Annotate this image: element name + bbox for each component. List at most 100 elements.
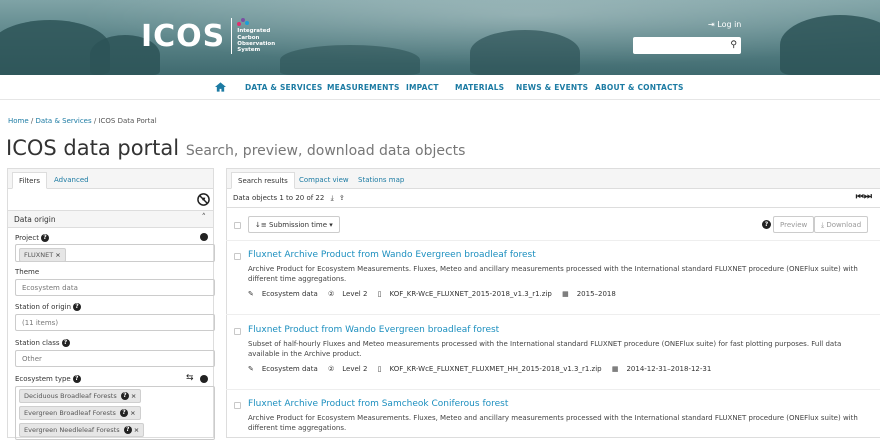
result-description: Subset of half-hourly Fluxes and Meteo m… <box>248 340 842 358</box>
result-filename: KOF_KR-WcE_FLUXNET_FLUXMET_HH_2015-2018_… <box>389 365 602 373</box>
add-filter-icon[interactable] <box>200 375 208 383</box>
help-icon[interactable]: ? <box>61 339 70 347</box>
remove-tag-icon[interactable]: × <box>55 251 60 259</box>
breadcrumb-data-services[interactable]: Data & Services <box>36 117 92 125</box>
remove-tag-icon[interactable]: × <box>134 426 139 434</box>
theme-select[interactable]: Ecosystem data <box>15 279 215 296</box>
tab-stations-map[interactable]: Stations map <box>352 172 410 189</box>
tab-advanced[interactable]: Advanced <box>48 172 95 189</box>
help-icon[interactable]: ? <box>40 234 49 242</box>
tab-compact-view[interactable]: Compact view <box>293 172 355 189</box>
help-icon[interactable]: ? <box>119 409 128 417</box>
result-title[interactable]: Fluxnet Archive Product from Wando Everg… <box>248 250 536 260</box>
download-icon: ⤓ <box>821 221 825 229</box>
banner-tree <box>780 15 880 75</box>
theme-icon: ✎ <box>248 290 254 298</box>
nav-news-events[interactable]: NEWS & EVENTS <box>516 83 588 92</box>
help-icon[interactable]: ? <box>120 392 129 400</box>
login-icon: ⇥ <box>708 20 715 29</box>
result-title[interactable]: Fluxnet Product from Wando Evergreen bro… <box>248 325 499 335</box>
help-icon[interactable]: ? <box>72 375 81 383</box>
divider <box>226 314 880 315</box>
station-label: Station of origin? <box>15 303 82 311</box>
banner-tree <box>470 30 580 75</box>
result-time: 2014-12-31–2018-12-31 <box>626 365 712 373</box>
download-icon[interactable]: ⤓ <box>331 194 334 202</box>
ecosystem-label: Ecosystem type? <box>15 375 81 383</box>
filters-tabs: Filters Advanced <box>8 169 213 189</box>
nav-data-services[interactable]: DATA & SERVICES <box>245 83 322 92</box>
chevron-up-icon[interactable]: ˄ <box>202 213 207 223</box>
logo-text: ICOS <box>141 18 226 54</box>
result-checkbox[interactable] <box>234 402 241 409</box>
share-icon[interactable]: ⇪ <box>339 194 345 202</box>
home-icon[interactable] <box>215 82 226 92</box>
station-class-select[interactable]: Other <box>15 350 215 367</box>
sort-label: Submission time <box>268 221 328 229</box>
station-class-label: Station class? <box>15 339 70 347</box>
result-count-text: Data objects 1 to 20 of 22 <box>233 194 325 202</box>
ecosystem-tag: Evergreen Broadleaf Forests ? × <box>19 406 141 420</box>
nav-impact[interactable]: IMPACT <box>406 83 439 92</box>
theme-label: Theme <box>15 268 40 276</box>
result-description: Archive Product for Ecosystem Measuremen… <box>248 414 858 432</box>
breadcrumb-home[interactable]: Home <box>8 117 29 125</box>
file-icon: ▯ <box>377 365 382 373</box>
station-select[interactable]: (11 items) <box>15 314 215 331</box>
nav-measurements[interactable]: MEASUREMENTS <box>327 83 400 92</box>
project-select[interactable]: FLUXNET × <box>15 244 215 262</box>
main-nav: DATA & SERVICES MEASUREMENTS IMPACT MATE… <box>0 75 880 100</box>
search-icon[interactable]: ⚲ <box>730 40 737 50</box>
station-class-label-text: Station class <box>15 339 60 347</box>
help-icon[interactable]: ? <box>73 303 82 311</box>
calendar-icon: ▦ <box>611 365 619 373</box>
ecosystem-label-text: Ecosystem type <box>15 375 71 383</box>
result-title[interactable]: Fluxnet Archive Product from Samcheok Co… <box>248 399 508 409</box>
project-label-text: Project <box>15 234 39 242</box>
result-checkbox[interactable] <box>234 328 241 335</box>
tab-filters[interactable]: Filters <box>12 172 47 189</box>
data-origin-section[interactable]: Data origin ˄ <box>8 210 213 228</box>
page-title: ICOS data portal Search, preview, downlo… <box>6 136 465 160</box>
tab-search-results[interactable]: Search results <box>231 172 295 189</box>
logo-subtitle-line: System <box>237 47 261 54</box>
login-label: Log in <box>717 20 742 29</box>
swap-icon[interactable]: ⇆ <box>186 373 194 383</box>
remove-tag-icon[interactable]: × <box>131 392 136 400</box>
sort-dropdown[interactable]: ↓≡ Submission time ▾ <box>248 216 340 233</box>
site-search-input[interactable]: ⚲ <box>633 37 741 54</box>
reset-filters-icon[interactable] <box>197 193 210 206</box>
result-level: Level 2 <box>342 365 368 373</box>
icos-logo[interactable]: ICOS Integrated Carbon Observation Syste… <box>141 18 275 54</box>
download-button[interactable]: ⤓ Download <box>814 216 869 233</box>
result-theme[interactable]: Ecosystem data <box>262 290 318 298</box>
ecosystem-tag-label: Evergreen Needleleaf Forests <box>24 426 120 434</box>
results-panel: Search results Compact view Stations map… <box>226 168 880 438</box>
page-title-text: ICOS data portal <box>6 136 180 160</box>
remove-tag-icon[interactable]: × <box>130 409 135 417</box>
add-filter-icon[interactable] <box>200 233 208 241</box>
divider <box>226 389 880 390</box>
ecosystem-select[interactable]: Deciduous Broadleaf Forests ? × Evergree… <box>15 386 215 440</box>
result-theme[interactable]: Ecosystem data <box>262 365 318 373</box>
nav-about-contacts[interactable]: ABOUT & CONTACTS <box>595 83 684 92</box>
help-icon[interactable]: ? <box>123 426 132 434</box>
select-all-checkbox[interactable] <box>234 222 241 229</box>
result-count: Data objects 1 to 20 of 22 ⤓ ⇪ <box>233 194 345 203</box>
project-tag-label: FLUXNET <box>24 251 54 259</box>
result-meta: ✎ Ecosystem data ② Level 2 ▯ KOF_KR-WcE_FLU… <box>248 365 719 373</box>
breadcrumb-current: ICOS Data Portal <box>98 117 157 125</box>
nav-materials[interactable]: MATERIALS <box>455 83 504 92</box>
file-icon: ▯ <box>377 290 382 298</box>
logo-subtitle: Integrated Carbon Observation System <box>237 18 275 53</box>
theme-icon: ✎ <box>248 365 254 373</box>
paging-icon[interactable]: ⏮⏭ <box>856 192 872 202</box>
login-link[interactable]: ⇥ Log in <box>708 20 741 29</box>
result-meta: ✎ Ecosystem data ② Level 2 ▯ KOF_KR-WcE_FLU… <box>248 290 624 298</box>
result-checkbox[interactable] <box>234 253 241 260</box>
project-tag: FLUXNET × <box>19 248 66 262</box>
preview-button[interactable]: Preview <box>773 216 815 233</box>
level-icon: ② <box>327 290 335 298</box>
header-banner: ICOS Integrated Carbon Observation Syste… <box>0 0 880 75</box>
help-icon[interactable]: ? <box>762 220 771 229</box>
